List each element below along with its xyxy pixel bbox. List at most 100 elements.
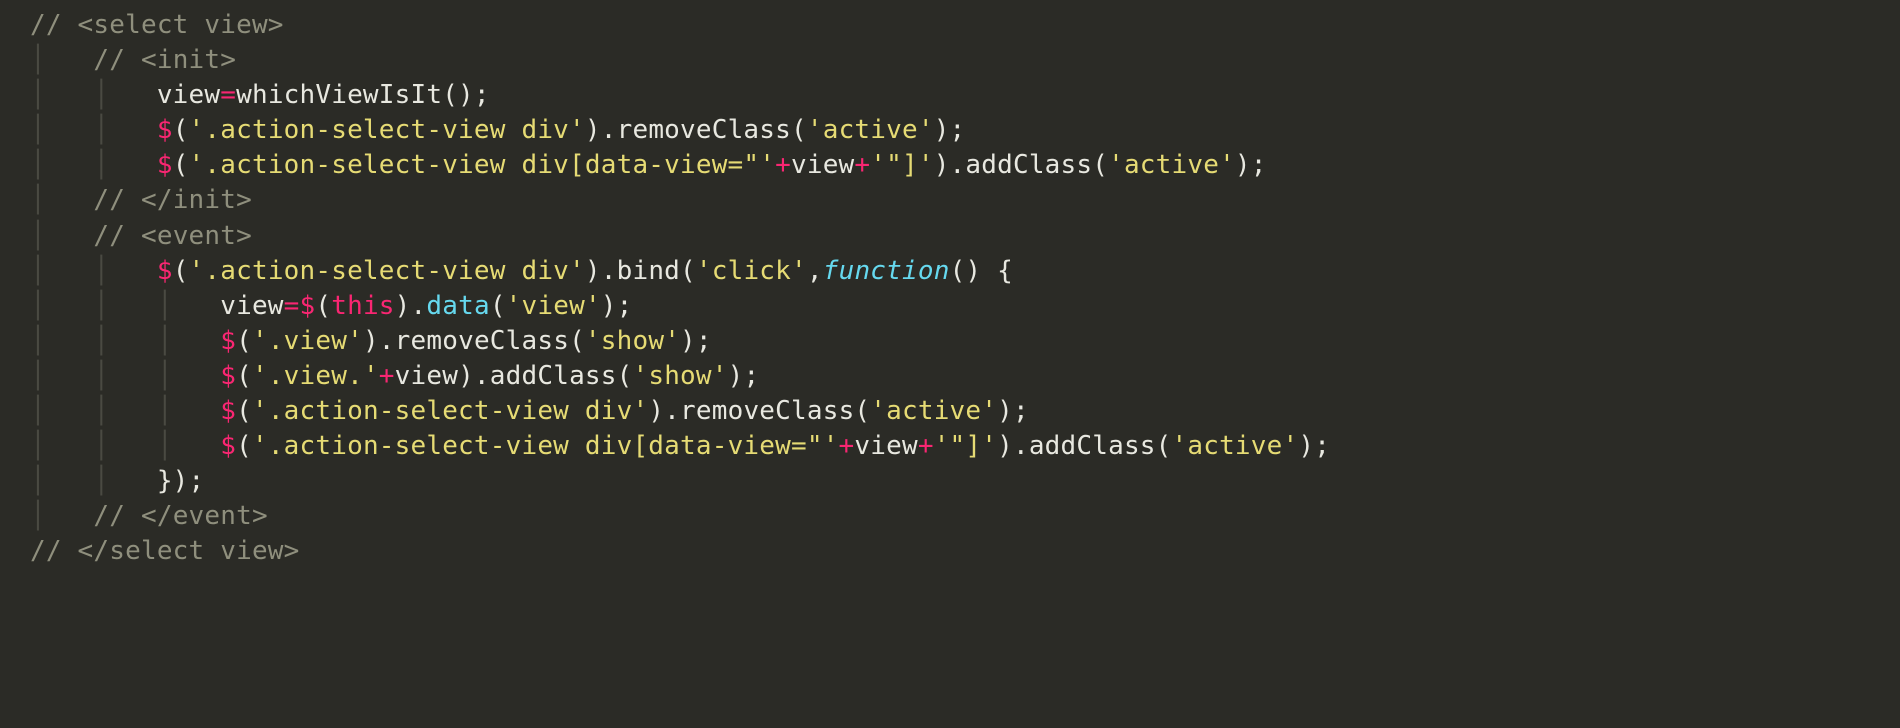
code-token: '.action-select-view div' <box>189 115 585 145</box>
code-token: + <box>379 361 395 391</box>
code-token: '"]' <box>870 150 933 180</box>
code-token: // <select view> <box>30 10 284 40</box>
code-token: view <box>220 291 283 321</box>
code-token: 'show' <box>585 326 680 356</box>
code-token: ). <box>363 326 395 356</box>
code-token: '.action-select-view div[data-view="' <box>189 150 776 180</box>
code-token: $ <box>220 396 236 426</box>
code-token: '.view' <box>252 326 363 356</box>
code-token: ). <box>585 115 617 145</box>
code-token: data <box>426 291 489 321</box>
code-token: , <box>807 256 823 286</box>
code-token: ). <box>395 291 427 321</box>
code-token: ( <box>236 326 252 356</box>
code-token: ); <box>997 396 1029 426</box>
code-token: │ │ │ <box>30 361 220 391</box>
code-token: 'active' <box>1108 150 1235 180</box>
code-token: 'show' <box>632 361 727 391</box>
code-token: ); <box>1298 431 1330 461</box>
code-token: ( <box>173 115 189 145</box>
code-token: ( <box>791 115 807 145</box>
code-line: │ │ view=whichViewIsIt(); <box>30 80 490 110</box>
code-token: this <box>331 291 394 321</box>
code-token: │ │ <box>30 115 157 145</box>
code-token: 'view' <box>506 291 601 321</box>
code-token: │ │ │ <box>30 396 220 426</box>
code-token: // <event> <box>93 221 252 251</box>
code-token: $ <box>157 256 173 286</box>
code-token: ( <box>680 256 696 286</box>
code-token: '.action-select-view div' <box>189 256 585 286</box>
code-token: // </init> <box>93 185 252 215</box>
code-token: () { <box>950 256 1013 286</box>
code-token: // </event> <box>93 501 267 531</box>
code-token: ( <box>490 291 506 321</box>
code-token: │ <box>30 185 93 215</box>
code-token: │ <box>30 501 93 531</box>
code-token: '"]' <box>934 431 997 461</box>
code-token: ); <box>680 326 712 356</box>
code-line: │ // </init> <box>30 185 252 215</box>
code-token: addClass <box>965 150 1092 180</box>
code-token: ). <box>648 396 680 426</box>
code-token: '.action-select-view div' <box>252 396 648 426</box>
code-token: whichViewIsIt <box>236 80 442 110</box>
code-token: ). <box>934 150 966 180</box>
code-token: 'active' <box>1172 431 1299 461</box>
code-token: ). <box>458 361 490 391</box>
code-token: + <box>839 431 855 461</box>
code-token: $ <box>220 326 236 356</box>
code-line: │ │ │ view=$(this).data('view'); <box>30 291 633 321</box>
code-token: │ <box>30 45 93 75</box>
code-line: │ │ │ $('.action-select-view div[data-vi… <box>30 431 1330 461</box>
code-token: ); <box>601 291 633 321</box>
code-token: $ <box>220 361 236 391</box>
code-token: = <box>220 80 236 110</box>
code-token: ( <box>173 150 189 180</box>
code-line: │ │ │ $ ( '.action-select-view div').remov… <box>30 396 1029 426</box>
code-line: │ │ }); <box>30 466 204 496</box>
code-token: bind <box>617 256 680 286</box>
code-token: removeClass <box>680 396 854 426</box>
code-token: + <box>775 150 791 180</box>
code-token: view <box>791 150 854 180</box>
code-token: removeClass <box>395 326 569 356</box>
code-token: 'click' <box>696 256 807 286</box>
code-token: $ <box>157 115 173 145</box>
code-token: ( <box>1092 150 1108 180</box>
code-token: addClass <box>1029 431 1156 461</box>
code-line: │ │ │ $('.view.'+view).addClass('show'); <box>30 361 759 391</box>
code-token: │ │ │ <box>30 291 220 321</box>
code-token: }); <box>157 466 205 496</box>
code-token: '.action-select-view div[data-view="' <box>252 431 839 461</box>
code-token: = <box>284 291 300 321</box>
code-token: ( <box>569 326 585 356</box>
code-line: │ // <event> <box>30 221 252 251</box>
code-token: 'active' <box>807 115 934 145</box>
code-line: │ // </event> <box>30 501 268 531</box>
code-line: // </select view> <box>30 536 300 566</box>
code-token: ( <box>617 361 633 391</box>
code-token: + <box>918 431 934 461</box>
code-token: view <box>854 431 917 461</box>
code-token: removeClass <box>617 115 791 145</box>
code-token: ); <box>1235 150 1267 180</box>
code-line: │ // <init> <box>30 45 236 75</box>
code-token: view <box>157 80 220 110</box>
code-token: + <box>854 150 870 180</box>
code-token: │ <box>30 221 93 251</box>
code-line: │ │ $('.action-select-view div').removeC… <box>30 115 965 145</box>
code-token: ( <box>315 291 331 321</box>
code-token: ); <box>728 361 760 391</box>
code-token: (); <box>442 80 490 110</box>
code-token: ( <box>236 431 252 461</box>
code-token: ( <box>1156 431 1172 461</box>
code-token: ( <box>854 396 870 426</box>
code-editor[interactable]: // <select view> │ // <init> │ │ view=wh… <box>0 0 1900 570</box>
code-token: $ <box>300 291 316 321</box>
code-token: │ │ │ <box>30 431 220 461</box>
code-token: ). <box>997 431 1029 461</box>
code-token: ( <box>236 361 252 391</box>
code-token: │ │ <box>30 256 157 286</box>
code-token: ( <box>173 256 189 286</box>
